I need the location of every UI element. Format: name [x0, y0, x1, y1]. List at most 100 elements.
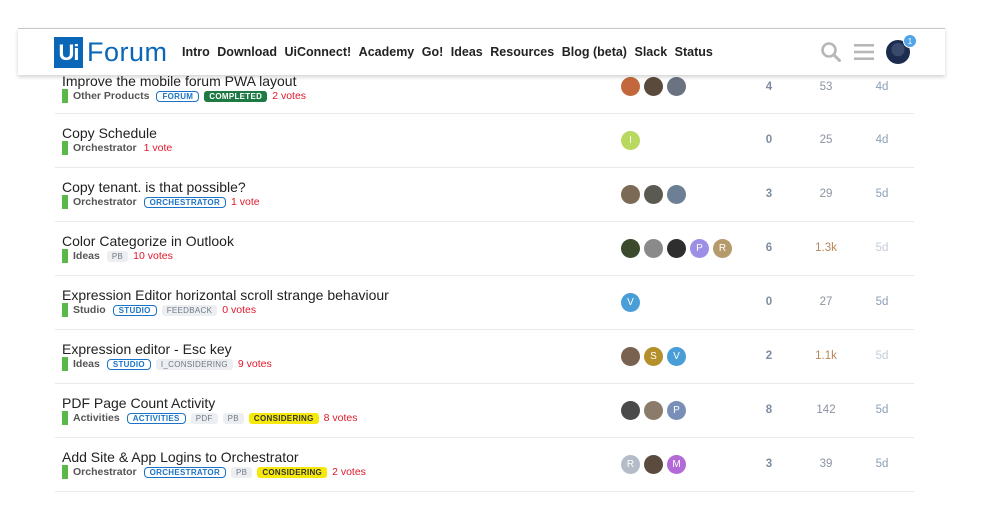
activity-time[interactable]: 5d [862, 404, 902, 416]
topic-title[interactable]: Add Site & App Logins to Orchestrator [62, 449, 299, 465]
poster-avatar[interactable]: V [621, 293, 640, 312]
nav-link[interactable]: Download [217, 45, 277, 59]
nav-link[interactable]: Resources [490, 45, 554, 59]
activity-time[interactable]: 5d [862, 188, 902, 200]
topic-meta: Ideas PB 10 votes [62, 249, 173, 263]
topic-tag[interactable]: ORCHESTRATOR [143, 196, 227, 208]
topic-title[interactable]: Color Categorize in Outlook [62, 233, 234, 249]
topic-row[interactable]: Add Site & App Logins to Orchestrator Orc… [55, 438, 914, 492]
topic-row[interactable]: Copy tenant. is that possible? Orchestrat… [55, 168, 914, 222]
nav-link[interactable]: Status [675, 45, 713, 59]
activity-time[interactable]: 4d [862, 81, 902, 93]
activity-time[interactable]: 5d [862, 296, 902, 308]
topic-tag[interactable]: STUDIO [112, 304, 157, 316]
topic-title[interactable]: Expression editor - Esc key [62, 341, 232, 357]
topic-tag[interactable]: COMPLETED [204, 90, 268, 102]
category-link[interactable]: Orchestrator [73, 142, 137, 154]
reply-count[interactable]: 3 [749, 458, 789, 470]
reply-count[interactable]: 0 [749, 134, 789, 146]
poster-avatar[interactable] [621, 77, 640, 96]
poster-avatar[interactable] [621, 185, 640, 204]
nav-link[interactable]: UiConnect! [285, 45, 352, 59]
topic-tag[interactable]: I_CONSIDERING [155, 358, 233, 370]
category-link[interactable]: Ideas [73, 358, 100, 370]
topic-title[interactable]: Improve the mobile forum PWA layout [62, 73, 296, 89]
topic-row[interactable]: Expression Editor horizontal scroll stra… [55, 276, 914, 330]
topic-tag[interactable]: CONSIDERING [248, 412, 319, 424]
topic-tag[interactable]: PB [231, 466, 253, 478]
topic-tag[interactable]: PB [222, 412, 244, 424]
category-link[interactable]: Activities [73, 412, 120, 424]
activity-time[interactable]: 5d [862, 350, 902, 362]
poster-avatar[interactable] [644, 185, 663, 204]
topic-row[interactable]: Color Categorize in Outlook Ideas PB 10 vot… [55, 222, 914, 276]
category-link[interactable]: Orchestrator [73, 196, 137, 208]
poster-avatar[interactable] [644, 77, 663, 96]
nav-link[interactable]: Slack [634, 45, 667, 59]
topic-tag[interactable]: FORUM [156, 90, 200, 102]
poster-avatar[interactable] [667, 185, 686, 204]
poster-avatar[interactable] [621, 239, 640, 258]
poster-avatar[interactable]: V [667, 347, 686, 366]
poster-avatar[interactable] [644, 401, 663, 420]
poster-avatar[interactable]: S [644, 347, 663, 366]
topic-title[interactable]: PDF Page Count Activity [62, 395, 215, 411]
poster-avatar[interactable]: R [713, 239, 732, 258]
poster-avatar[interactable] [644, 455, 663, 474]
topic-row[interactable]: Expression editor - Esc key Ideas STUDIO I_… [55, 330, 914, 384]
topic-tag[interactable]: PB [106, 250, 129, 262]
search-icon[interactable] [818, 39, 844, 65]
activity-time[interactable]: 5d [862, 242, 902, 254]
poster-avatar[interactable]: R [621, 455, 640, 474]
category-color-bar [62, 249, 68, 263]
category-color-bar [62, 89, 68, 103]
reply-count[interactable]: 3 [749, 188, 789, 200]
nav-link[interactable]: Ideas [451, 45, 483, 59]
poster-avatar[interactable]: I [621, 131, 640, 150]
topic-tag[interactable]: ACTIVITIES [126, 412, 186, 424]
hamburger-menu-icon[interactable] [851, 39, 877, 65]
topic-title[interactable]: Copy tenant. is that possible? [62, 179, 246, 195]
reply-count[interactable]: 2 [749, 350, 789, 362]
nav-link[interactable]: Intro [182, 45, 210, 59]
category-link[interactable]: Studio [73, 304, 106, 316]
topic-tag[interactable]: STUDIO [106, 358, 151, 370]
topic-meta: Ideas STUDIO I_CONSIDERING 9 votes [62, 357, 272, 371]
user-avatar[interactable]: 1 [886, 34, 917, 64]
notification-badge[interactable]: 1 [903, 34, 917, 48]
topic-tag[interactable]: FEEDBACK [161, 304, 218, 316]
topic-row[interactable]: PDF Page Count Activity Activities ACTIVIT… [55, 384, 914, 438]
activity-time[interactable]: 4d [862, 134, 902, 146]
topic-title[interactable]: Copy Schedule [62, 125, 157, 141]
uiforum-logo[interactable]: Ui Forum [54, 37, 168, 68]
topic-tag[interactable]: ORCHESTRATOR [143, 466, 227, 478]
poster-avatar[interactable] [621, 401, 640, 420]
nav-link[interactable]: Go! [422, 45, 444, 59]
topic-list: Improve the mobile forum PWA layout Other… [55, 61, 914, 492]
topic-title[interactable]: Expression Editor horizontal scroll stra… [62, 287, 389, 303]
reply-count[interactable]: 0 [749, 296, 789, 308]
poster-avatar[interactable]: P [667, 401, 686, 420]
poster-avatar[interactable]: M [667, 455, 686, 474]
poster-avatar[interactable]: P [690, 239, 709, 258]
view-count: 39 [819, 458, 833, 470]
category-link[interactable]: Orchestrator [73, 466, 137, 478]
reply-count[interactable]: 8 [749, 404, 789, 416]
category-link[interactable]: Ideas [73, 250, 100, 262]
poster-avatar[interactable] [644, 239, 663, 258]
topic-row[interactable]: Copy Schedule Orchestrator 1 vote I 0 25 4d [55, 114, 914, 168]
topic-tag[interactable]: CONSIDERING [257, 466, 328, 478]
nav-link[interactable]: Academy [359, 45, 415, 59]
reply-count[interactable]: 6 [749, 242, 789, 254]
poster-avatar[interactable] [667, 239, 686, 258]
poster-avatars: I [621, 131, 644, 150]
poster-avatar[interactable] [621, 347, 640, 366]
reply-count[interactable]: 4 [749, 81, 789, 93]
category-link[interactable]: Other Products [73, 90, 149, 102]
nav-link[interactable]: Blog (beta) [562, 45, 627, 59]
activity-time[interactable]: 5d [862, 458, 902, 470]
view-count: 25 [819, 134, 833, 146]
topic-tag[interactable]: PDF [190, 412, 218, 424]
poster-avatar[interactable] [667, 77, 686, 96]
vote-count: 10 votes [133, 250, 173, 262]
